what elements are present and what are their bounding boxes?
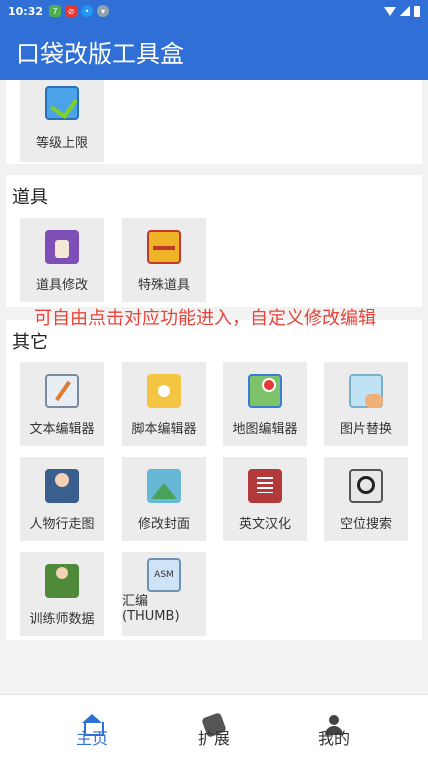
nav-tab-profile[interactable]: 我的 (294, 695, 374, 761)
tile-character-sprite[interactable]: 人物行走图 (20, 457, 104, 541)
nav-tab-extension[interactable]: 扩展 (174, 695, 254, 761)
notification-app-icon: 7 (49, 5, 62, 17)
tile-label: 道具修改 (35, 278, 88, 293)
script-gear-icon (147, 374, 181, 408)
tile-label: 英文汉化 (238, 517, 291, 532)
nav-tab-home[interactable]: 主页 (52, 695, 132, 761)
picture-icon (349, 374, 383, 408)
page-title: 口袋改版工具盒 (16, 39, 184, 68)
wifi-icon (384, 6, 396, 16)
tile-label: 文本编辑器 (29, 422, 95, 437)
tile-special-items[interactable]: 特殊道具 (122, 218, 206, 302)
level-card: 等级上限 (6, 80, 422, 164)
tile-label: 等级上限 (35, 136, 88, 151)
translate-list-icon (248, 469, 282, 503)
tile-label: 脚本编辑器 (131, 422, 197, 437)
tile-label: 空位搜索 (339, 517, 392, 532)
map-icon (248, 374, 282, 408)
treasure-chest-icon (147, 230, 181, 264)
tile-label: 特殊道具 (137, 278, 190, 293)
tile-map-editor[interactable]: 地图编辑器 (223, 362, 307, 446)
tile-label: 训练师数据 (29, 612, 95, 627)
app-bar: 口袋改版工具盒 (0, 22, 428, 80)
notification-app-icon: • (81, 5, 94, 17)
tile-label: 人物行走图 (29, 517, 95, 532)
item-bottle-icon (45, 230, 79, 264)
tile-level-cap[interactable]: 等级上限 (20, 80, 104, 162)
status-indicators (384, 5, 420, 17)
battery-icon (414, 5, 420, 17)
hint-overlay-text: 可自由点击对应功能进入，自定义修改编辑 (34, 308, 376, 329)
items-card: 道具 道具修改 特殊道具 (6, 175, 422, 307)
tile-text-editor[interactable]: 文本编辑器 (20, 362, 104, 446)
notification-app-icon: ⊘ (65, 5, 78, 17)
tile-item-edit[interactable]: 道具修改 (20, 218, 104, 302)
tile-edit-cover[interactable]: 修改封面 (122, 457, 206, 541)
nav-label: 扩展 (197, 729, 230, 748)
trainer-icon (45, 564, 79, 598)
tile-free-space-search[interactable]: 空位搜索 (324, 457, 408, 541)
tile-image-replace[interactable]: 图片替换 (324, 362, 408, 446)
tile-label: 地图编辑器 (232, 422, 298, 437)
section-title-other: 其它 (12, 332, 48, 353)
bottom-navigation: 主页 扩展 我的 (0, 694, 428, 761)
other-card: 其它 文本编辑器 脚本编辑器 地图编辑器 图片替换 人物行走图 修改封面 英文汉… (6, 320, 422, 640)
cover-icon (147, 469, 181, 503)
tile-english-localize[interactable]: 英文汉化 (223, 457, 307, 541)
signal-icon (400, 6, 410, 16)
tile-label: 图片替换 (339, 422, 392, 437)
magnifier-icon (349, 469, 383, 503)
status-time: 10:32 (8, 4, 44, 18)
main-content[interactable]: 等级上限 道具 道具修改 特殊道具 其它 文本编辑器 脚本编辑器 地图编辑器 图… (0, 80, 428, 694)
text-editor-icon (45, 374, 79, 408)
notification-app-icon: ▾ (97, 5, 110, 17)
nav-label: 我的 (317, 729, 350, 748)
status-bar: 10:32 7 ⊘ • ▾ (0, 0, 428, 22)
nav-label: 主页 (75, 729, 108, 748)
section-title-items: 道具 (12, 187, 48, 208)
asm-icon: ASM (147, 558, 181, 592)
asm-icon-text: ASM (154, 570, 174, 580)
tile-assembly-thumb[interactable]: ASM 汇编 (THUMB) (122, 552, 206, 636)
tile-trainer-data[interactable]: 训练师数据 (20, 552, 104, 636)
tile-script-editor[interactable]: 脚本编辑器 (122, 362, 206, 446)
tile-label: 汇编 (THUMB) (122, 594, 180, 624)
tile-label: 修改封面 (137, 517, 190, 532)
level-cap-icon (45, 86, 79, 120)
character-sprite-icon (45, 469, 79, 503)
